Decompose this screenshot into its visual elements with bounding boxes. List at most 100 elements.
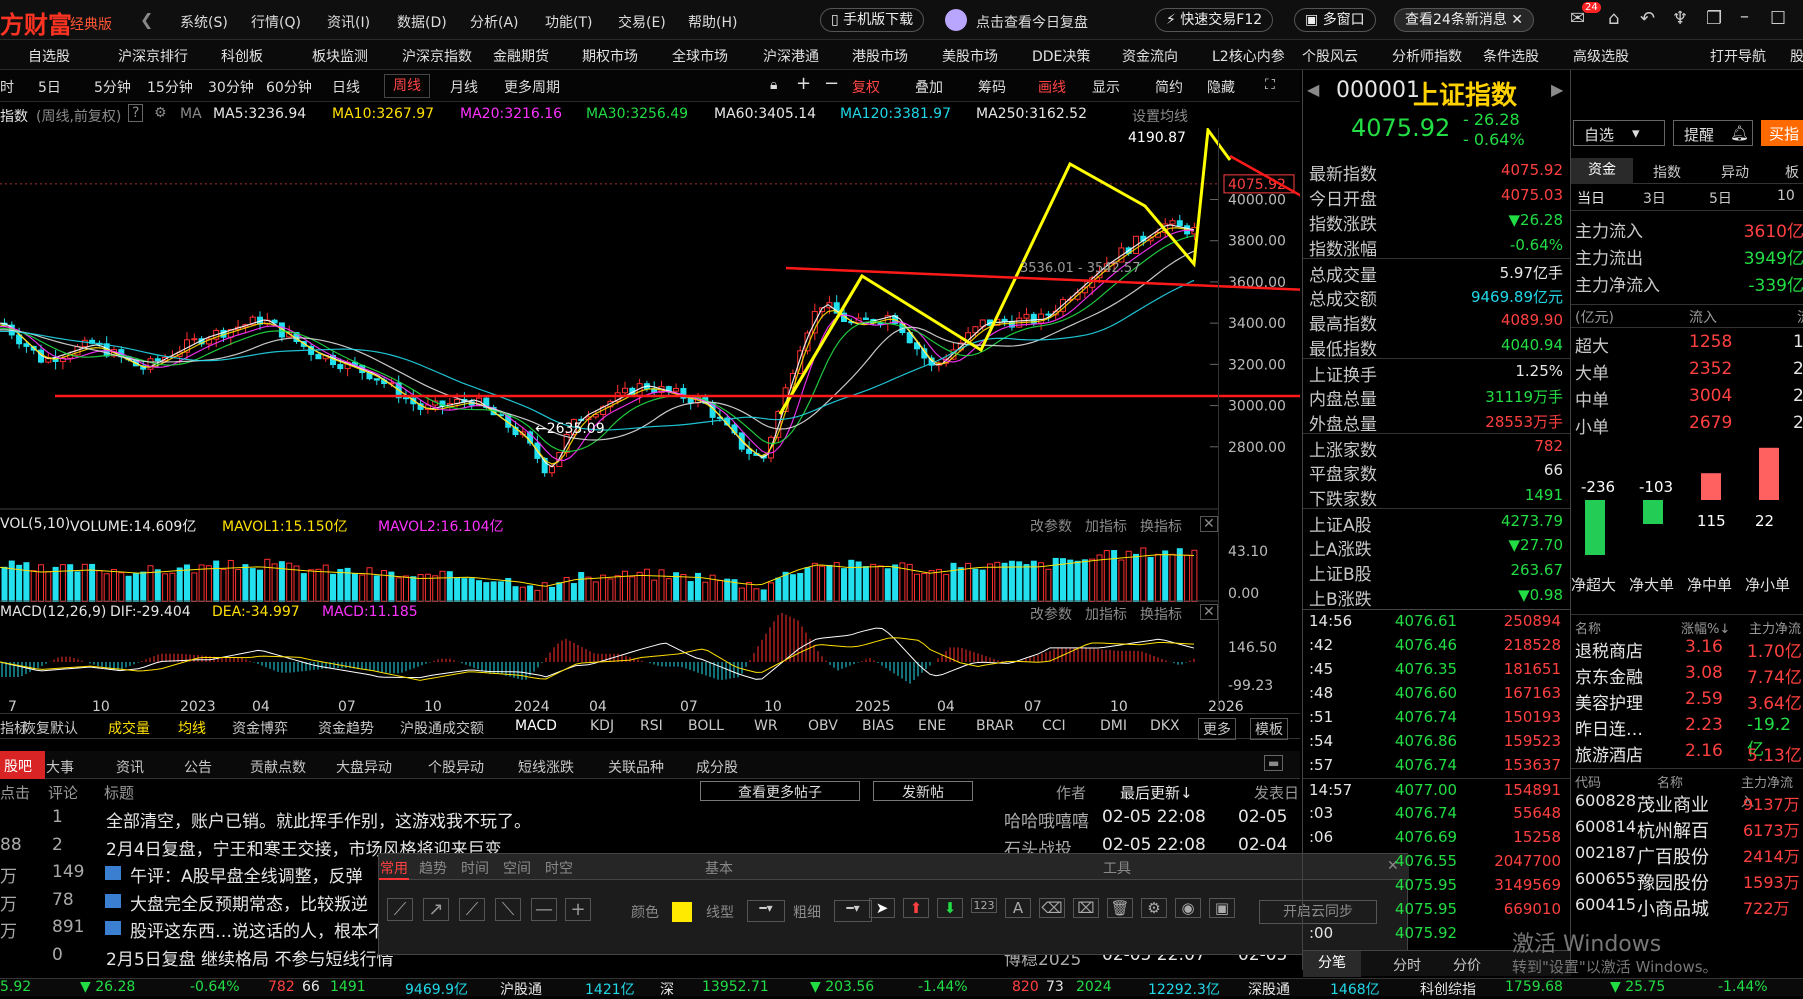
close-icon[interactable]: ✕ (1200, 516, 1218, 532)
macd-param-button[interactable]: 改参数 (1030, 604, 1072, 624)
post-title[interactable]: 2月5日复盘 继续格局 不参与短线行情 (106, 945, 393, 970)
ray-icon[interactable]: ↗ (423, 898, 449, 921)
set-ma-button[interactable]: 设置均线 (1132, 106, 1188, 126)
indicator-tab[interactable]: KDJ (590, 718, 614, 734)
home-icon[interactable]: ⌂ (1608, 8, 1619, 29)
indicator-tab[interactable]: WR (754, 718, 778, 734)
menubar-item[interactable]: 美股市场 (942, 46, 998, 66)
close-icon[interactable]: ✕ (1507, 12, 1523, 28)
post-title[interactable]: 大盘完全反预期常态，比较叛逆 (130, 890, 368, 915)
period-tab[interactable]: 15分钟 (147, 77, 193, 97)
backslash-icon[interactable]: ⟍ (495, 898, 521, 921)
menubar-item[interactable]: 科创板 (221, 46, 263, 66)
draw-tab-spacetime[interactable]: 时空 (545, 858, 573, 878)
buy-button[interactable]: 买指 (1761, 120, 1803, 146)
menu-trade[interactable]: 交易(E) (618, 12, 666, 32)
post-row[interactable]: 1 全部清空，账户已销。就此挥手作别，这游戏我不玩了。 哈哈哦嘻嘻 02-05 22:… (0, 805, 1290, 832)
tab-news[interactable]: 资讯 (116, 757, 144, 777)
tab-price-dist[interactable]: 分价 (1453, 955, 1481, 975)
sector-col-pct[interactable]: 涨幅%↓ (1681, 618, 1730, 637)
menubar-item[interactable]: 沪深港通 (763, 46, 819, 66)
indicator-tab[interactable]: 更多 (1198, 718, 1236, 740)
menu-data[interactable]: 数据(D) (397, 12, 447, 32)
menubar-item[interactable]: 板块监测 (312, 46, 368, 66)
close-icon[interactable]: ✕ (1200, 604, 1218, 620)
restore-icon[interactable]: ❐ (1706, 8, 1722, 29)
eye-icon[interactable]: ◉ (1175, 898, 1201, 918)
tab-funds[interactable]: 资金 (1571, 158, 1633, 184)
indicator-tab[interactable]: RSI (640, 718, 663, 734)
indicator-tab[interactable]: 成交量 (108, 718, 150, 738)
multi-window-button[interactable]: ▣ 多窗口 (1294, 8, 1376, 32)
settings-icon[interactable]: ⚙ (1141, 898, 1167, 918)
tab-anomaly[interactable]: 异动 (1721, 162, 1749, 182)
draw-tab-trend[interactable]: 趋势 (419, 858, 447, 878)
menu-quotes[interactable]: 行情(Q) (251, 12, 301, 32)
tab-ticks[interactable]: 分笔 (1303, 951, 1361, 977)
line-icon[interactable]: ⟋ (459, 898, 485, 921)
vol-add-button[interactable]: 加指标 (1085, 516, 1127, 536)
menu-news[interactable]: 资讯(I) (327, 12, 370, 32)
period-tab[interactable]: 更多周期 (504, 77, 560, 97)
sub-5d[interactable]: 5日 (1709, 188, 1732, 208)
menubar-item[interactable]: DDE决策 (1032, 46, 1090, 66)
watch-select[interactable]: 自选 ▾ (1573, 120, 1665, 146)
hline-icon[interactable]: — (531, 898, 557, 921)
indicator-tab[interactable]: BOLL (688, 718, 724, 734)
stock-row[interactable]: 002187 广百股份 2414万 (1571, 842, 1803, 868)
indicator-tab[interactable]: OBV (808, 718, 838, 734)
indicator-tab[interactable]: CCI (1042, 718, 1066, 734)
tab-components[interactable]: 成分股 (696, 757, 738, 777)
menubar-item[interactable]: 沪深京排行 (118, 46, 188, 66)
up-arrow-icon[interactable]: ⬆ (903, 898, 929, 918)
menubar-item[interactable]: 个股风云 (1302, 46, 1358, 66)
segment-icon[interactable]: ⟋ (387, 898, 413, 921)
period-tab[interactable]: 月线 (450, 77, 478, 97)
tab-stock-move[interactable]: 个股异动 (428, 757, 484, 777)
post-title[interactable]: 午评：A股早盘全线调整，反弹 (130, 862, 363, 887)
hide-button[interactable]: 隐藏 (1207, 77, 1235, 97)
down-arrow-icon[interactable]: ⬇ (937, 898, 963, 918)
sector-row[interactable]: 退税商店 3.16 1.70亿 (1571, 636, 1803, 662)
macd-add-button[interactable]: 加指标 (1085, 604, 1127, 624)
indicator-tab[interactable]: BIAS (862, 718, 894, 734)
tab-market-move[interactable]: 大盘异动 (336, 757, 392, 777)
menubar-item[interactable]: 打开导航 (1710, 46, 1766, 66)
menubar-item[interactable]: 全球市场 (672, 46, 728, 66)
tab-notices[interactable]: 公告 (184, 757, 212, 777)
more-posts-button[interactable]: 查看更多帖子 (700, 781, 860, 801)
daily-review-link[interactable]: 点击查看今日复盘 (976, 12, 1088, 32)
period-tab[interactable]: 60分钟 (266, 77, 312, 97)
maximize-icon[interactable]: ☐ (1770, 8, 1786, 29)
tab-board[interactable]: 板 (1785, 162, 1799, 182)
indicator-tab[interactable]: MACD (515, 718, 557, 734)
help-icon[interactable]: ? (128, 104, 144, 122)
indicator-tab[interactable]: ENE (918, 718, 946, 734)
indicator-tab[interactable]: 模板 (1250, 718, 1288, 740)
tab-guba[interactable]: 股吧 (0, 751, 45, 779)
collapse-icon[interactable]: ▬ (1264, 755, 1284, 771)
period-tab[interactable]: 日线 (332, 77, 360, 97)
menu-analysis[interactable]: 分析(A) (470, 12, 519, 32)
news-button[interactable]: 查看24条新消息 ✕ (1394, 8, 1535, 32)
draw-tab-common[interactable]: 常用 (379, 858, 409, 880)
tab-intraday[interactable]: 分时 (1393, 955, 1421, 975)
sector-row[interactable]: 昨日连… 2.23 -19.2亿 (1571, 714, 1803, 760)
fast-trade-button[interactable]: ⚡ 快速交易F12 (1155, 8, 1274, 32)
display-button[interactable]: 显示 (1092, 77, 1120, 97)
draw-tab-time[interactable]: 时间 (461, 858, 489, 878)
tab-related[interactable]: 关联品种 (608, 757, 664, 777)
period-tab[interactable]: 时 (0, 77, 14, 97)
period-tab-active[interactable]: 周线 (384, 74, 430, 98)
menubar-item[interactable]: 条件选股 (1483, 46, 1539, 66)
menubar-item[interactable]: 自选股 (28, 46, 70, 66)
menu-system[interactable]: 系统(S) (180, 12, 228, 32)
menu-help[interactable]: 帮助(H) (688, 12, 737, 32)
mobile-download-button[interactable]: ▯ 手机版下载 (820, 8, 925, 32)
save-icon[interactable]: ▣ (1209, 898, 1235, 918)
trash-icon[interactable]: 🗑︎ (1107, 898, 1133, 918)
erase-all-icon[interactable]: ⌧ (1073, 898, 1099, 918)
draw-tab-space[interactable]: 空间 (503, 858, 531, 878)
stock-row[interactable]: 600415 小商品城 722万 (1571, 894, 1803, 920)
sector-row[interactable]: 美容护理 2.59 3.64亿 (1571, 688, 1803, 714)
